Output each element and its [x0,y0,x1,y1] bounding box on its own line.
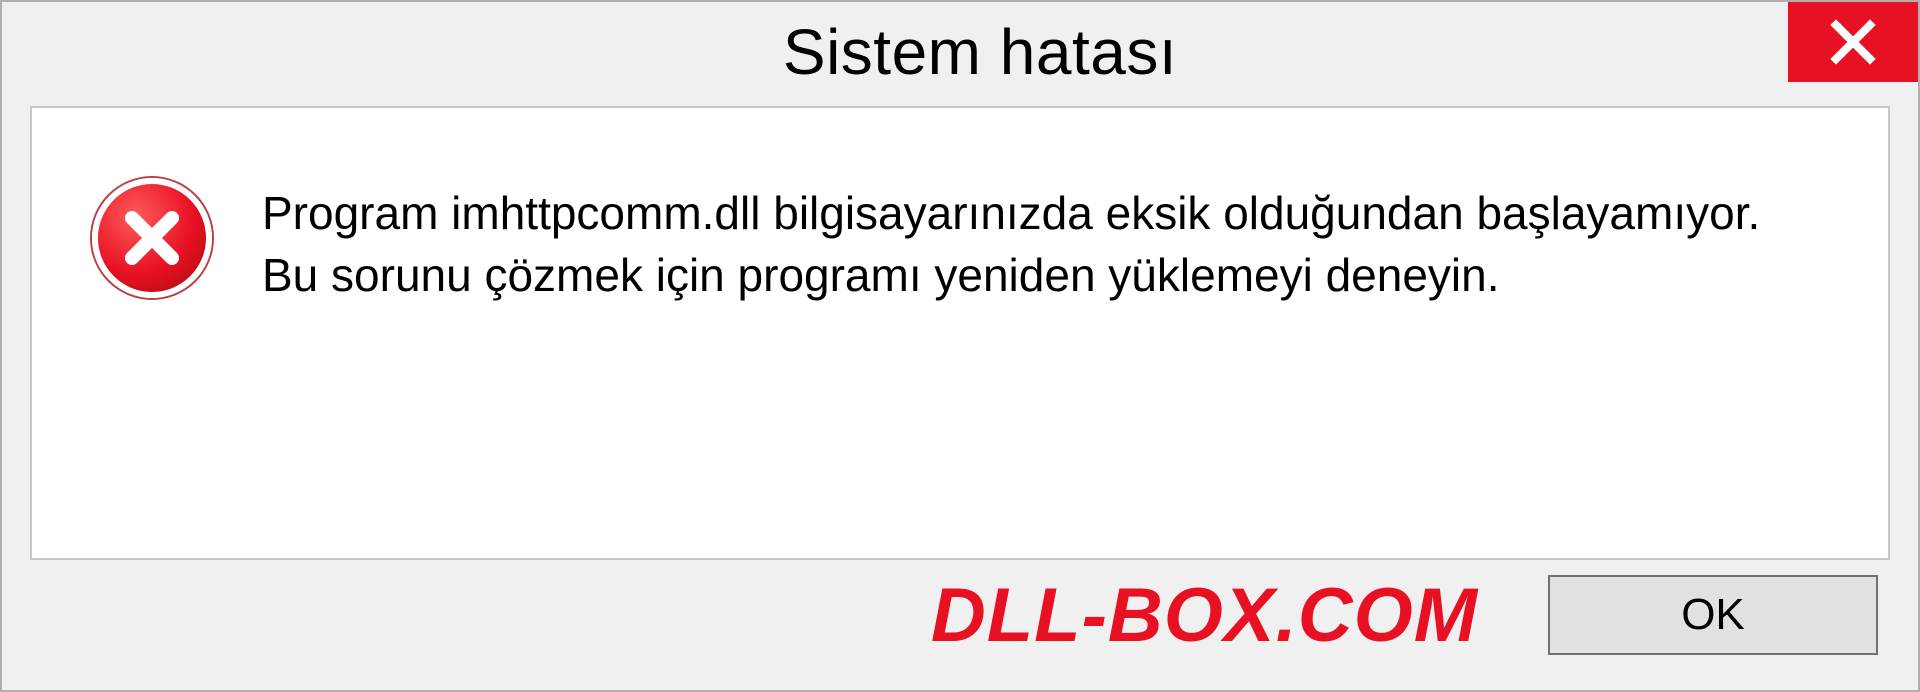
error-icon [92,178,212,298]
ok-button-label: OK [1681,590,1745,640]
dialog-footer: DLL-BOX.COM OK [2,560,1918,690]
titlebar: Sistem hatası [2,2,1918,102]
ok-button[interactable]: OK [1548,575,1878,655]
close-icon [1828,17,1878,67]
message-panel: Program imhttpcomm.dll bilgisayarınızda … [30,106,1890,560]
error-dialog: Sistem hatası Program imhttpcomm.dll bil… [0,0,1920,692]
dialog-title: Sistem hatası [42,15,1918,89]
close-button[interactable] [1788,2,1918,82]
error-message: Program imhttpcomm.dll bilgisayarınızda … [262,178,1812,306]
watermark-text: DLL-BOX.COM [931,572,1478,659]
